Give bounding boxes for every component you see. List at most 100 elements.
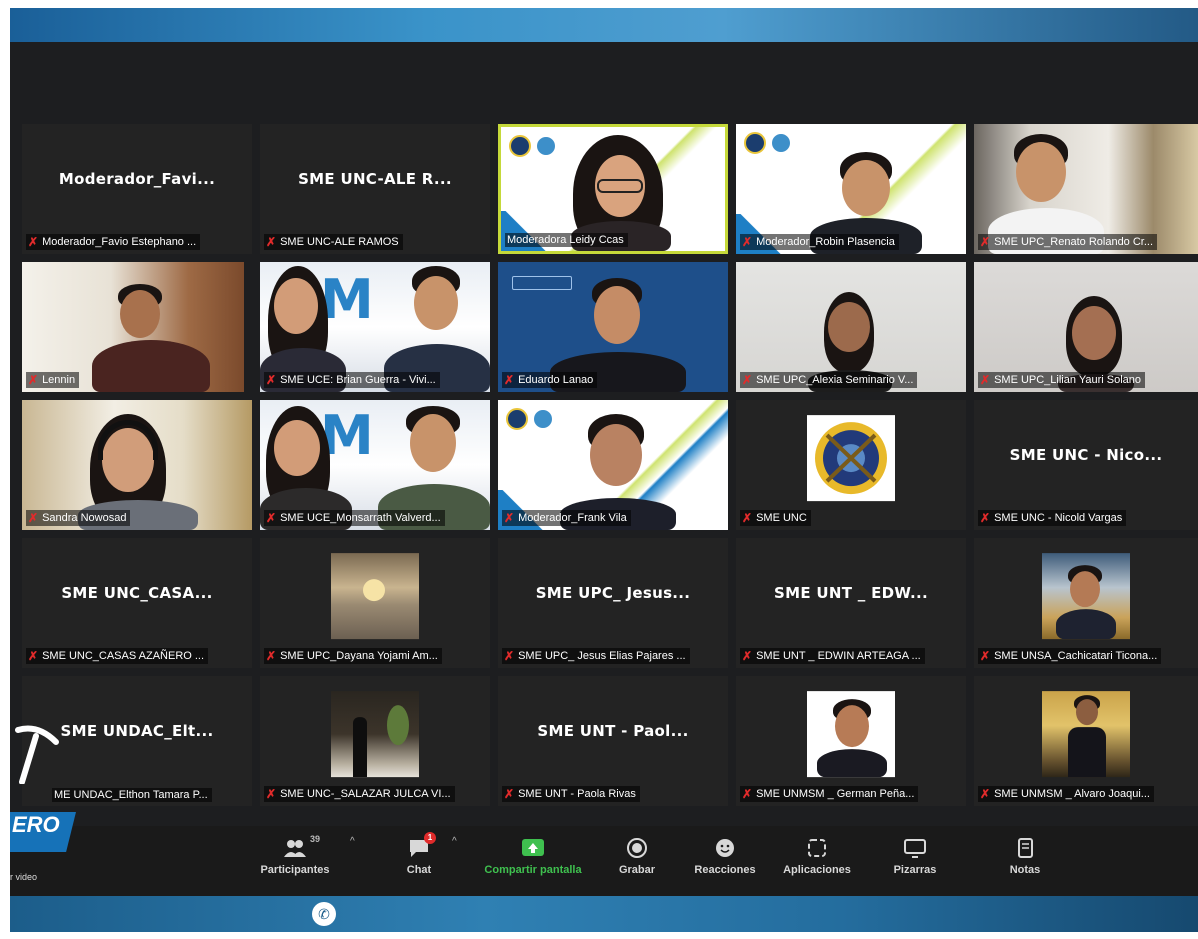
- participant-name-label: ✗ SME UNMSM _ German Peña...: [740, 786, 919, 802]
- reactions-button[interactable]: Reacciones: [680, 838, 770, 876]
- participants-button[interactable]: 39 Participantes: [250, 834, 340, 876]
- participant-tile[interactable]: ✗ SME UNSA_Cachicatari Ticona...: [974, 538, 1198, 668]
- participants-label: Participantes: [260, 864, 330, 876]
- participant-label-text: SME UPC_Lilian Yauri Solano: [994, 374, 1142, 386]
- participant-name-label: ✗ SME UCE_Monsarrath Valverd...: [264, 510, 445, 526]
- apps-button[interactable]: Aplicaciones: [772, 838, 862, 876]
- participant-tile[interactable]: ✗ Sandra Nowosad: [22, 400, 252, 530]
- participant-tile[interactable]: ✗ SME UNMSM _ Alvaro Joaqui...: [974, 676, 1198, 806]
- record-label: Grabar: [618, 864, 656, 876]
- participant-label-text: SME UPC_Dayana Yojami Am...: [280, 650, 438, 662]
- participant-name-label: ✗ Moderador_Favio Estephano ...: [26, 234, 201, 250]
- muted-mic-icon: ✗: [266, 235, 277, 249]
- participant-tile[interactable]: Moderador_Favi... ✗ Moderador_Favio Estep…: [22, 124, 252, 254]
- participant-tile[interactable]: ✗ Moderador_Frank Vila: [498, 400, 728, 530]
- share-screen-label: Compartir pantalla: [484, 864, 582, 876]
- notes-button[interactable]: Notas: [980, 838, 1070, 876]
- participant-label-text: SME UCE: Brian Guerra - Vivi...: [280, 374, 436, 386]
- chat-label: Chat: [406, 864, 432, 876]
- participant-display-name: SME UNT _ EDW...: [773, 584, 929, 602]
- participants-chevron-icon[interactable]: ^: [350, 836, 355, 847]
- participant-label-text: SME UNT _ EDWIN ARTEAGA ...: [756, 650, 921, 662]
- participant-name-label: ✗ SME UNC_CASAS AZAÑERO ...: [26, 648, 209, 664]
- participant-name-label: ✗ SME UNC-_SALAZAR JULCA VI...: [264, 786, 455, 802]
- profile-picture: [331, 553, 419, 640]
- participant-name-label: ✗ Eduardo Lanao: [502, 372, 598, 388]
- bottom-banner: ✆: [10, 896, 1198, 932]
- participant-tile[interactable]: ✗ Lennin: [22, 262, 244, 392]
- participant-tile[interactable]: ✗ SME UNMSM _ German Peña...: [736, 676, 966, 806]
- phone-icon[interactable]: ✆: [312, 902, 336, 926]
- meeting-window: Moderador_Favi... ✗ Moderador_Favio Estep…: [10, 8, 1198, 932]
- participant-tile[interactable]: SME UNC-ALE R... ✗ SME UNC-ALE RAMOS: [260, 124, 490, 254]
- participant-tile[interactable]: ✗ SME UNC: [736, 400, 966, 530]
- top-banner: [10, 8, 1198, 42]
- notes-label: Notas: [1009, 864, 1041, 876]
- share-screen-button[interactable]: Compartir pantalla: [478, 838, 588, 876]
- participant-display-name: Moderador_Favi...: [58, 170, 216, 188]
- muted-mic-icon: ✗: [742, 235, 753, 249]
- participant-name-label: ✗ SME UPC_Lilian Yauri Solano: [978, 372, 1146, 388]
- participant-tile[interactable]: ✗ SME UNC-_SALAZAR JULCA VI...: [260, 676, 490, 806]
- participant-label-text: SME UNC-_SALAZAR JULCA VI...: [280, 788, 451, 800]
- participant-tile[interactable]: ✗ SME UPC_Alexia Seminario V...: [736, 262, 966, 392]
- participant-tile[interactable]: M ✗ SME UCE: Brian Guerra - Vivi...: [260, 262, 490, 392]
- participant-name-label: ✗ SME UNSA_Cachicatari Ticona...: [978, 648, 1162, 664]
- participant-label-text: SME UNMSM _ German Peña...: [756, 788, 915, 800]
- participant-display-name: SME UNT - Paol...: [537, 722, 689, 740]
- participant-tile[interactable]: SME UNT - Paol... ✗ SME UNT - Paola Rivas: [498, 676, 728, 806]
- participant-tile[interactable]: ✗ SME UPC_Renato Rolando Cr...: [974, 124, 1198, 254]
- muted-mic-icon: ✗: [742, 787, 753, 801]
- participant-tile[interactable]: SME UNC - Nico... ✗ SME UNC - Nicold Varg…: [974, 400, 1198, 530]
- reactions-label: Reacciones: [694, 864, 756, 876]
- participant-tile[interactable]: ✗ SME UPC_Dayana Yojami Am...: [260, 538, 490, 668]
- pickaxe-icon: [15, 725, 59, 784]
- record-icon: [626, 838, 648, 858]
- participant-display-name: SME UNC-ALE R...: [298, 170, 452, 188]
- participant-label-text: Moderador_Robin Plasencia: [756, 236, 895, 248]
- participant-display-name: SME UNC - Nico...: [1009, 446, 1163, 464]
- participant-label-text: SME UNSA_Cachicatari Ticona...: [994, 650, 1158, 662]
- participant-name-label: ✗ SME UNMSM _ Alvaro Joaqui...: [978, 786, 1154, 802]
- participant-tile-active-speaker[interactable]: Moderadora Leidy Ccas: [498, 124, 728, 254]
- participant-tile[interactable]: M ✗ SME UCE_Monsarrath Valverd...: [260, 400, 490, 530]
- participants-icon: 39: [284, 834, 320, 858]
- muted-mic-icon: ✗: [980, 787, 991, 801]
- participant-tile[interactable]: ✗ Eduardo Lanao: [498, 262, 728, 392]
- participant-label-text: Moderador_Favio Estephano ...: [42, 236, 197, 248]
- profile-picture: [807, 691, 895, 778]
- participant-tile[interactable]: SME UNC_CASA... ✗ SME UNC_CASAS AZAÑERO .…: [22, 538, 252, 668]
- participant-tile[interactable]: ✗ Moderador_Robin Plasencia: [736, 124, 966, 254]
- notes-icon: [1014, 838, 1036, 858]
- participant-name-label: ✗ SME UNC - Nicold Vargas: [978, 510, 1127, 526]
- participant-label-text: SME UNMSM _ Alvaro Joaqui...: [994, 788, 1150, 800]
- participant-name-label: ✗ SME UNT _ EDWIN ARTEAGA ...: [740, 648, 925, 664]
- participant-tile[interactable]: ✗ SME UPC_Lilian Yauri Solano: [974, 262, 1198, 392]
- participant-name-label: ✗ Lennin: [26, 372, 80, 388]
- whiteboard-button[interactable]: Pizarras: [870, 838, 960, 876]
- participant-label-text: SME UNC - Nicold Vargas: [994, 512, 1123, 524]
- profile-picture: [331, 691, 419, 778]
- muted-mic-icon: ✗: [980, 235, 991, 249]
- participant-label-text: SME UNT - Paola Rivas: [518, 788, 636, 800]
- muted-mic-icon: ✗: [266, 511, 277, 525]
- share-screen-icon: [522, 838, 544, 858]
- whiteboard-label: Pizarras: [893, 864, 937, 876]
- participant-label-text: SME UPC_Renato Rolando Cr...: [994, 236, 1154, 248]
- participant-name-label: ✗ SME UPC_Alexia Seminario V...: [740, 372, 918, 388]
- muted-mic-icon: ✗: [28, 511, 39, 525]
- muted-mic-icon: ✗: [28, 235, 39, 249]
- organization-logo-icon: [509, 135, 557, 157]
- chat-chevron-icon[interactable]: ^: [452, 836, 457, 847]
- muted-mic-icon: ✗: [742, 373, 753, 387]
- participant-display-name: SME UPC_ Jesus...: [535, 584, 691, 602]
- participant-label-text: SME UNC-ALE RAMOS: [280, 236, 399, 248]
- chat-button[interactable]: 1 Chat: [374, 832, 464, 876]
- participant-tile[interactable]: SME UNT _ EDW... ✗ SME UNT _ EDWIN ARTEAG…: [736, 538, 966, 668]
- video-gallery: Moderador_Favi... ✗ Moderador_Favio Estep…: [22, 124, 1198, 816]
- organization-logo-icon: [744, 132, 792, 154]
- record-button[interactable]: Grabar: [592, 838, 682, 876]
- event-banner: ERO: [10, 812, 76, 852]
- participant-tile[interactable]: SME UPC_ Jesus... ✗ SME UPC_ Jesus Elias …: [498, 538, 728, 668]
- university-seal-icon: [815, 422, 887, 495]
